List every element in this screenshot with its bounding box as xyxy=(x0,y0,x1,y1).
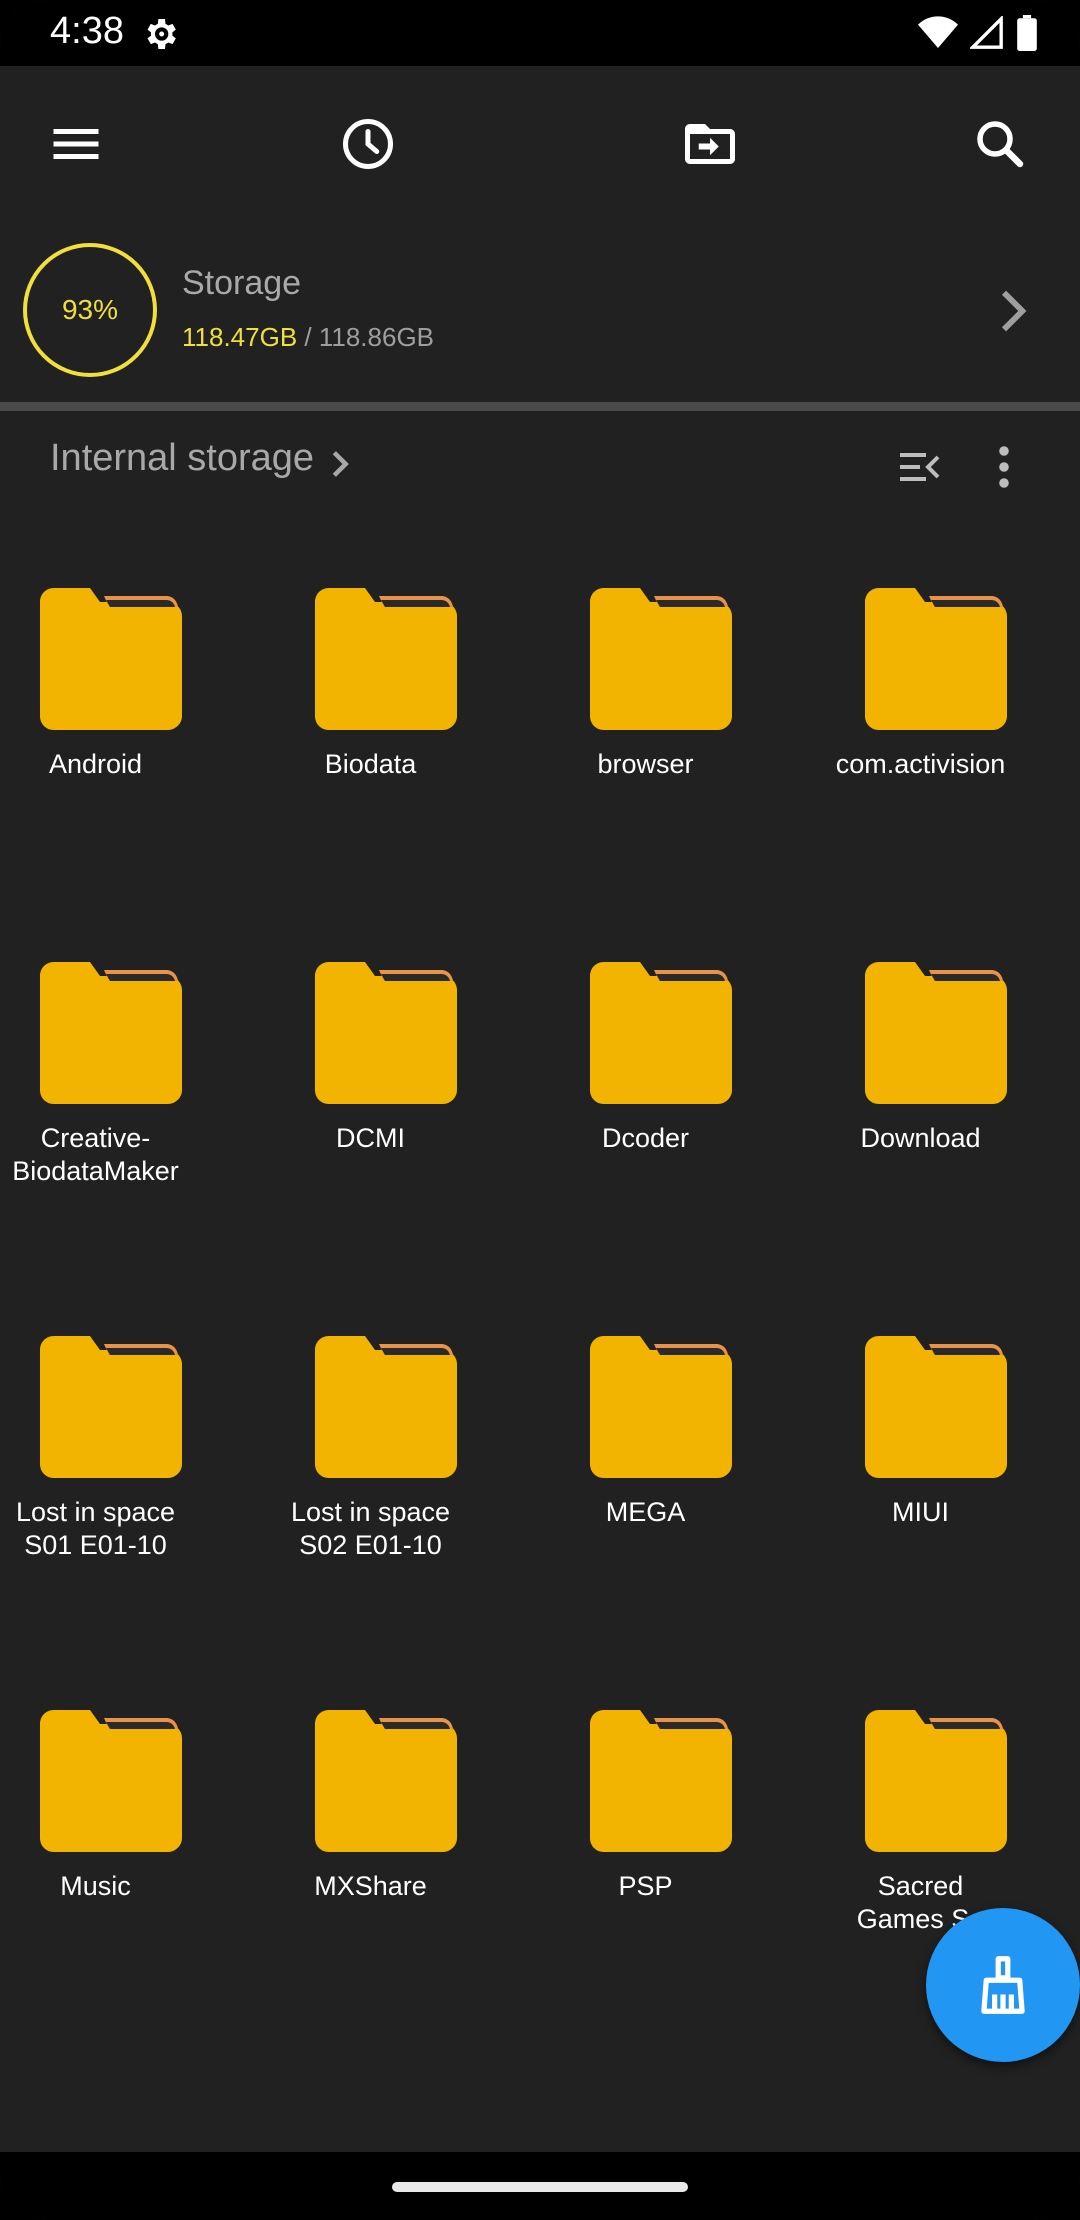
divider xyxy=(0,402,1080,411)
folder-name: Creative- BiodataMaker xyxy=(12,1123,179,1186)
folder-icon xyxy=(590,1336,732,1478)
folder-item[interactable]: PSP xyxy=(508,1692,783,2052)
folder-name: MEGA xyxy=(605,1497,686,1527)
folder-icon xyxy=(590,962,732,1104)
folder-item[interactable]: Dcoder xyxy=(508,944,783,1304)
folder-item[interactable]: MIUI xyxy=(783,1318,1058,1678)
folder-icon xyxy=(865,962,1007,1104)
folder-name: Lost in space S01 E01-10 xyxy=(15,1497,176,1560)
folder-icon xyxy=(40,962,182,1104)
folder-icon xyxy=(865,1710,1007,1852)
status-icons xyxy=(918,14,1038,52)
folder-name: com.activision xyxy=(835,749,1006,779)
folder-item[interactable]: Lost in space S01 E01-10 xyxy=(0,1318,233,1678)
storage-total: 118.86GB xyxy=(318,322,435,352)
folder-name: Music xyxy=(60,1871,131,1901)
storage-used: 118.47GB xyxy=(182,322,298,352)
more-vert-icon[interactable] xyxy=(980,441,1028,493)
folder-item[interactable]: Biodata xyxy=(233,570,508,930)
navigation-bar xyxy=(0,2152,1080,2220)
folder-name: Dcoder xyxy=(601,1123,690,1153)
storage-separator: / xyxy=(297,322,319,352)
folder-name: Android xyxy=(48,749,143,779)
folder-item[interactable]: Lost in space S02 E01-10 xyxy=(233,1318,508,1678)
folder-name: Biodata xyxy=(324,749,417,779)
folder-icon xyxy=(40,588,182,730)
breadcrumb-internal-storage[interactable]: Internal storage xyxy=(50,437,314,480)
menu-icon[interactable] xyxy=(46,114,106,174)
storage-percent: 93% xyxy=(61,294,119,325)
storage-title: Storage xyxy=(182,264,302,302)
battery-icon xyxy=(1017,15,1037,51)
folder-item[interactable]: Music xyxy=(0,1692,233,2052)
folder-item[interactable]: DCMI xyxy=(233,944,508,1304)
folder-icon xyxy=(865,1336,1007,1478)
folder-name: Lost in space S02 E01-10 xyxy=(290,1497,451,1560)
folder-name: PSP xyxy=(618,1871,673,1901)
folder-name: MXShare xyxy=(314,1871,427,1901)
folder-icon xyxy=(315,962,457,1104)
app-bar xyxy=(0,66,1080,218)
move-to-folder-icon[interactable] xyxy=(680,114,740,174)
home-handle[interactable] xyxy=(392,2182,688,2192)
folder-icon xyxy=(315,1336,457,1478)
storage-size: 118.47GB / 118.86GB xyxy=(182,322,434,353)
breadcrumb-chevron-icon xyxy=(332,451,349,477)
folder-icon xyxy=(315,1710,457,1852)
folder-name: MIUI xyxy=(892,1497,949,1527)
status-time: 4:38 xyxy=(50,10,124,52)
folder-item[interactable]: Android xyxy=(0,570,233,930)
wifi-icon xyxy=(918,16,958,48)
folder-item[interactable]: MXShare xyxy=(233,1692,508,2052)
folder-icon xyxy=(315,588,457,730)
folder-item[interactable]: Download xyxy=(783,944,1058,1304)
folder-name: browser xyxy=(597,749,694,779)
status-bar: 4:38 xyxy=(0,0,1080,66)
clean-fab[interactable] xyxy=(926,1908,1080,2062)
folder-icon xyxy=(590,1710,732,1852)
folder-name: Download xyxy=(860,1123,981,1153)
folder-icon xyxy=(865,588,1007,730)
signal-icon xyxy=(970,16,1003,49)
sort-icon[interactable] xyxy=(896,443,944,491)
folder-name: DCMI xyxy=(336,1123,405,1153)
folder-item[interactable]: Creative- BiodataMaker xyxy=(0,944,233,1304)
history-icon[interactable] xyxy=(338,114,398,174)
broom-icon xyxy=(981,1956,1025,2014)
folder-item[interactable]: MEGA xyxy=(508,1318,783,1678)
gear-icon xyxy=(147,19,176,49)
folder-icon xyxy=(40,1336,182,1478)
storage-card[interactable]: 93% Storage 118.47GB / 118.86GB xyxy=(0,218,1080,402)
folder-icon xyxy=(40,1710,182,1852)
path-bar: Internal storage xyxy=(0,411,1080,521)
folder-icon xyxy=(590,588,732,730)
screen: 4:38 93% Storage 118.47GB / 118.86GB Int… xyxy=(0,0,1080,2220)
folder-item[interactable]: com.activision xyxy=(783,570,1058,930)
folder-item[interactable]: browser xyxy=(508,570,783,930)
chevron-right-icon[interactable] xyxy=(994,286,1034,336)
search-icon[interactable] xyxy=(970,114,1030,174)
